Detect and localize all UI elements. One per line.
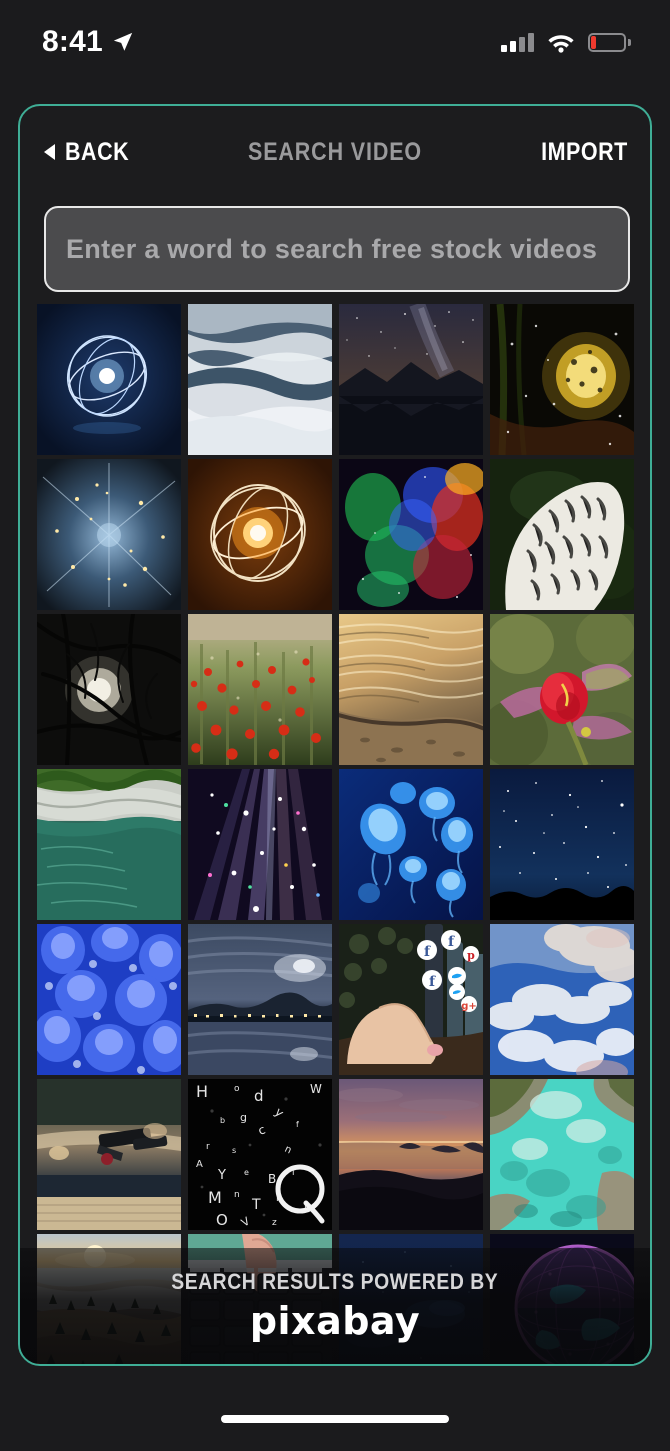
video-thumbnail-misty-forest[interactable] — [188, 304, 332, 455]
video-thumbnail-dark-blue-sky[interactable] — [339, 1234, 483, 1364]
video-thumbnail-milky-way-lake[interactable] — [339, 304, 483, 455]
video-thumbnail-earth-clouds[interactable] — [490, 924, 634, 1075]
svg-text:z: z — [272, 1218, 277, 1228]
svg-text:e: e — [244, 1168, 249, 1177]
svg-text:s: s — [232, 1146, 236, 1155]
search-field-wrapper — [44, 206, 630, 292]
video-thumbnail-night-bay-city[interactable] — [188, 924, 332, 1075]
svg-text:H: H — [196, 1082, 208, 1101]
app-header: BACK SEARCH VIDEO IMPORT — [20, 106, 650, 198]
video-results-grid: f f f p g+ H o d y b g c f r s n A Y e B… — [37, 304, 637, 1364]
video-thumbnail-orange-atom-sphere[interactable] — [188, 459, 332, 610]
video-thumbnail-snowy-sunset-landscape[interactable] — [37, 1234, 181, 1364]
video-thumbnail-keyboard-typing[interactable] — [188, 1234, 332, 1364]
video-thumbnail-rain-window-light[interactable] — [490, 304, 634, 455]
svg-text:p: p — [467, 949, 475, 962]
page-title: SEARCH VIDEO — [248, 137, 422, 166]
svg-text:r: r — [206, 1142, 210, 1152]
cellular-signal-icon — [501, 32, 534, 52]
video-thumbnail-turquoise-lagoon[interactable] — [490, 1079, 634, 1230]
video-thumbnail-moon-branches[interactable] — [37, 614, 181, 765]
video-thumbnail-colorful-plasma[interactable] — [339, 459, 483, 610]
svg-text:O: O — [216, 1211, 228, 1229]
video-thumbnail-vinyl-turntable[interactable] — [37, 1079, 181, 1230]
svg-text:A: A — [196, 1159, 203, 1170]
svg-text:o: o — [234, 1084, 240, 1094]
status-bar-left: 8:41 — [42, 25, 134, 59]
svg-text:g: g — [240, 1111, 247, 1124]
status-time: 8:41 — [42, 25, 103, 58]
search-input[interactable] — [44, 206, 630, 292]
caret-left-icon — [44, 144, 55, 160]
home-indicator[interactable] — [221, 1415, 449, 1423]
video-thumbnail-sunset-islands[interactable] — [339, 1079, 483, 1230]
svg-text:B: B — [268, 1172, 276, 1186]
svg-text:d: d — [254, 1087, 264, 1105]
video-thumbnail-golden-beach-waves[interactable] — [339, 614, 483, 765]
video-thumbnail-hand-social-icons[interactable]: f f f p g+ — [339, 924, 483, 1075]
svg-text:g+: g+ — [461, 1001, 477, 1012]
svg-text:f: f — [448, 934, 455, 950]
wifi-icon — [548, 35, 574, 53]
video-thumbnail-blue-energy-sphere[interactable] — [37, 304, 181, 455]
status-bar: 8:41 — [0, 0, 670, 84]
battery-low-icon — [588, 32, 631, 52]
video-thumbnail-blue-jellyfish[interactable] — [339, 769, 483, 920]
location-arrow-icon — [113, 32, 133, 51]
video-thumbnail-digital-globe[interactable] — [490, 1234, 634, 1364]
svg-text:Y: Y — [217, 1168, 226, 1183]
svg-text:f: f — [296, 1120, 299, 1129]
svg-text:W: W — [310, 1082, 322, 1096]
video-thumbnail-light-rays-particles[interactable] — [188, 769, 332, 920]
video-thumbnail-floating-letters[interactable]: H o d y b g c f r s n A Y e B i M n T k … — [188, 1079, 332, 1230]
svg-text:f: f — [424, 944, 431, 960]
video-thumbnail-starfield-warp[interactable] — [37, 459, 181, 610]
import-button[interactable]: IMPORT — [541, 138, 628, 167]
video-thumbnail-red-flower-macro[interactable] — [490, 614, 634, 765]
video-thumbnail-starry-night-sky[interactable] — [490, 769, 634, 920]
app-frame: BACK SEARCH VIDEO IMPORT Enter a word to… — [18, 104, 652, 1366]
video-thumbnail-poppy-field[interactable] — [188, 614, 332, 765]
svg-text:f: f — [429, 974, 436, 990]
video-thumbnail-blue-snowy-forest[interactable] — [37, 924, 181, 1075]
video-thumbnail-owl-feathers[interactable] — [490, 459, 634, 610]
svg-text:b: b — [220, 1116, 225, 1125]
video-thumbnail-rocky-coast-water[interactable] — [37, 769, 181, 920]
svg-text:M: M — [208, 1188, 222, 1207]
svg-text:T: T — [251, 1197, 261, 1213]
status-bar-right — [501, 31, 631, 53]
svg-text:n: n — [234, 1190, 240, 1200]
